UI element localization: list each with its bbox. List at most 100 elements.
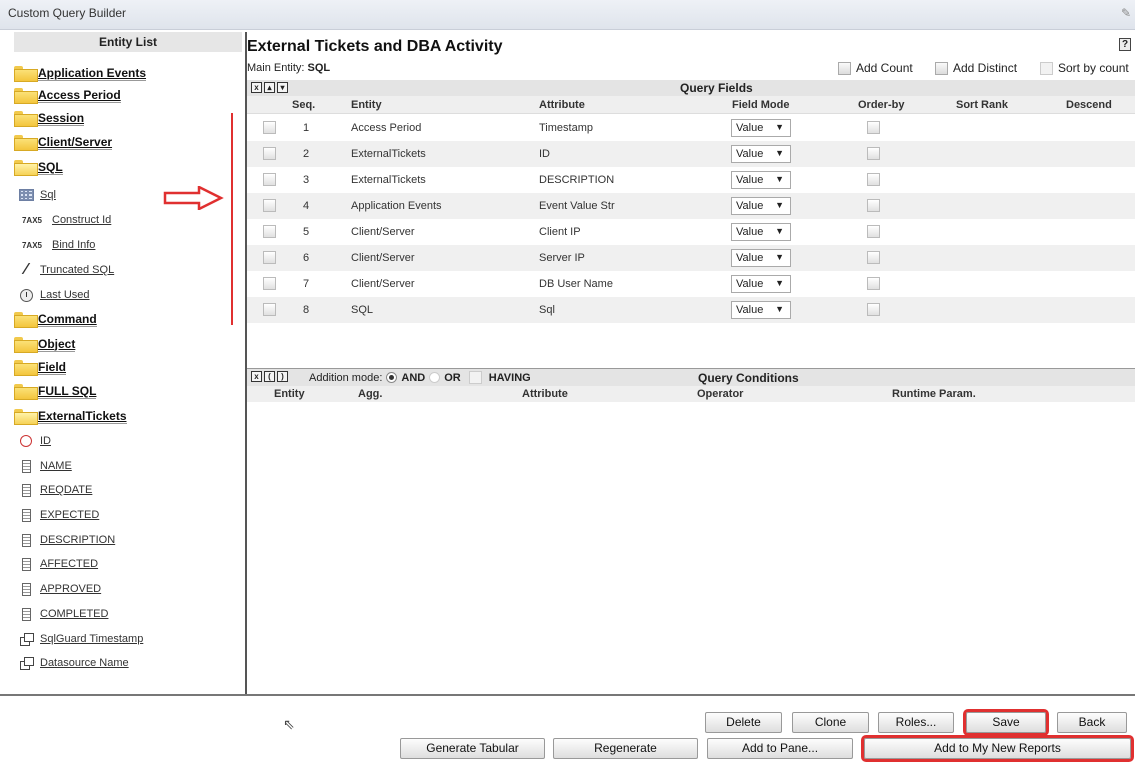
sidebar-item-affected[interactable]: AFFECTED — [17, 553, 98, 575]
row-select-checkbox[interactable] — [263, 199, 276, 212]
folder-icon — [14, 384, 38, 400]
order-by-checkbox[interactable] — [867, 225, 880, 238]
sidebar-item-field[interactable]: Field — [14, 356, 67, 378]
sidebar-item-expected[interactable]: EXPECTED — [17, 504, 99, 526]
window-title: Custom Query Builder — [8, 6, 127, 20]
table-row[interactable]: 2 ExternalTickets ID Value ▼ — [247, 141, 1135, 167]
table-row[interactable]: 3 ExternalTickets DESCRIPTION Value ▼ — [247, 167, 1135, 193]
add-to-pane-button[interactable]: Add to Pane... — [707, 738, 853, 759]
add-distinct-option[interactable]: Add Distinct — [935, 61, 1017, 75]
sidebar-item-application-events[interactable]: Application Events — [14, 62, 147, 84]
sidebar-item-sql[interactable]: SQL — [14, 156, 63, 178]
and-radio[interactable] — [386, 372, 398, 383]
order-by-checkbox[interactable] — [867, 251, 880, 264]
or-radio[interactable] — [429, 372, 441, 383]
order-by-checkbox[interactable] — [867, 303, 880, 316]
sidebar-item-approved[interactable]: APPROVED — [17, 578, 101, 600]
sidebar-item-last-used[interactable]: Last Used — [17, 284, 90, 306]
sidebar-item-full-sql[interactable]: FULL SQL — [14, 380, 97, 402]
sidebar-item-label: EXPECTED — [40, 509, 100, 521]
table-row[interactable]: 1 Access Period Timestamp Value ▼ — [247, 115, 1135, 141]
sidebar-item-completed[interactable]: COMPLETED — [17, 603, 108, 625]
table-row[interactable]: 6 Client/Server Server IP Value ▼ — [247, 245, 1135, 271]
field-mode-select[interactable]: Value ▼ — [731, 249, 791, 267]
order-by-checkbox[interactable] — [867, 277, 880, 290]
row-select-checkbox[interactable] — [263, 121, 276, 134]
row-select-checkbox[interactable] — [263, 277, 276, 290]
row-select-checkbox[interactable] — [263, 251, 276, 264]
add-count-checkbox[interactable] — [838, 61, 851, 75]
clone-button[interactable]: Clone — [792, 712, 869, 733]
add-distinct-checkbox[interactable] — [935, 61, 948, 75]
row-select-checkbox[interactable] — [263, 147, 276, 160]
having-checkbox[interactable] — [468, 371, 482, 384]
chevron-down-icon: ▼ — [775, 122, 784, 132]
row-select-checkbox[interactable] — [263, 225, 276, 238]
clock-icon — [17, 288, 35, 302]
field-mode-value: Value — [736, 252, 764, 264]
sidebar-item-externaltickets[interactable]: ExternalTickets — [14, 405, 127, 427]
entity-cell: ExternalTickets — [351, 148, 426, 160]
sidebar-item-id[interactable]: ID — [17, 430, 51, 452]
sidebar-item-datasource-name[interactable]: Datasource Name — [17, 652, 129, 674]
close-paren-icon[interactable]: ) — [277, 371, 288, 382]
query-fields-header: x ▴ ▾ Query Fields — [247, 80, 1135, 96]
back-button[interactable]: Back — [1057, 712, 1127, 733]
move-up-icon[interactable]: ▴ — [264, 82, 275, 93]
row-select-checkbox[interactable] — [263, 173, 276, 186]
col-field-mode: Field Mode — [732, 99, 790, 111]
sidebar-item-label: Access Period — [38, 87, 121, 103]
sidebar-item-client-server[interactable]: Client/Server — [14, 131, 113, 153]
move-down-icon[interactable]: ▾ — [277, 82, 288, 93]
field-mode-select[interactable]: Value ▼ — [731, 171, 791, 189]
order-by-checkbox[interactable] — [867, 199, 880, 212]
column-icon — [17, 533, 35, 547]
add-to-my-new-reports-button[interactable]: Add to My New Reports — [861, 735, 1134, 762]
table-row[interactable]: 8 SQL Sql Value ▼ — [247, 297, 1135, 323]
sidebar-item-label: Client/Server — [38, 134, 113, 150]
sidebar-item-sqlguard-timestamp[interactable]: SqlGuard Timestamp — [17, 628, 143, 650]
field-mode-select[interactable]: Value ▼ — [731, 119, 791, 137]
remove-field-icon[interactable]: x — [251, 82, 262, 93]
sidebar-item-bind-info[interactable]: 7AX5 Bind Info — [17, 234, 95, 256]
sidebar-item-reqdate[interactable]: REQDATE — [17, 479, 92, 501]
field-mode-select[interactable]: Value ▼ — [731, 145, 791, 163]
roles-button[interactable]: Roles... — [878, 712, 954, 733]
save-button[interactable]: Save — [963, 709, 1049, 736]
field-mode-select[interactable]: Value ▼ — [731, 223, 791, 241]
sidebar-item-session[interactable]: Session — [14, 107, 85, 129]
open-paren-icon[interactable]: ( — [264, 371, 275, 382]
sidebar-item-sql[interactable]: Sql — [17, 184, 56, 206]
sidebar-item-command[interactable]: Command — [14, 308, 97, 330]
sidebar-item-label: SqlGuard Timestamp — [40, 633, 144, 645]
delete-button[interactable]: Delete — [705, 712, 782, 733]
sidebar-item-truncated-sql[interactable]: ⁄ Truncated SQL — [17, 259, 115, 281]
add-count-option[interactable]: Add Count — [838, 61, 913, 75]
table-row[interactable]: 4 Application Events Event Value Str Value ▼ — [247, 193, 1135, 219]
folder-icon — [14, 135, 38, 151]
field-mode-select[interactable]: Value ▼ — [731, 275, 791, 293]
col-order-by: Order-by — [858, 99, 905, 111]
help-icon[interactable]: ? — [1119, 38, 1131, 51]
order-by-checkbox[interactable] — [867, 173, 880, 186]
generate-tabular-button[interactable]: Generate Tabular — [400, 738, 545, 759]
sort-by-count-checkbox[interactable] — [1040, 61, 1053, 75]
sort-by-count-option[interactable]: Sort by count — [1040, 61, 1135, 75]
sidebar-item-name[interactable]: NAME — [17, 455, 72, 477]
sidebar-item-object[interactable]: Object — [14, 333, 76, 355]
order-by-checkbox[interactable] — [867, 147, 880, 160]
attribute-cell: Event Value Str — [539, 200, 615, 212]
order-by-checkbox[interactable] — [867, 121, 880, 134]
qc-col-agg: Agg. — [358, 388, 383, 400]
regenerate-button[interactable]: Regenerate — [553, 738, 698, 759]
sidebar-item-access-period[interactable]: Access Period — [14, 84, 121, 106]
field-mode-select[interactable]: Value ▼ — [731, 301, 791, 319]
sidebar-item-construct-id[interactable]: 7AX5 Construct Id — [17, 209, 111, 231]
table-row[interactable]: 7 Client/Server DB User Name Value ▼ — [247, 271, 1135, 297]
field-mode-select[interactable]: Value ▼ — [731, 197, 791, 215]
row-select-checkbox[interactable] — [263, 303, 276, 316]
remove-condition-icon[interactable]: x — [251, 371, 262, 382]
edit-icon[interactable]: ✎ — [1121, 6, 1131, 20]
table-row[interactable]: 5 Client/Server Client IP Value ▼ — [247, 219, 1135, 245]
sidebar-item-description[interactable]: DESCRIPTION — [17, 529, 115, 551]
